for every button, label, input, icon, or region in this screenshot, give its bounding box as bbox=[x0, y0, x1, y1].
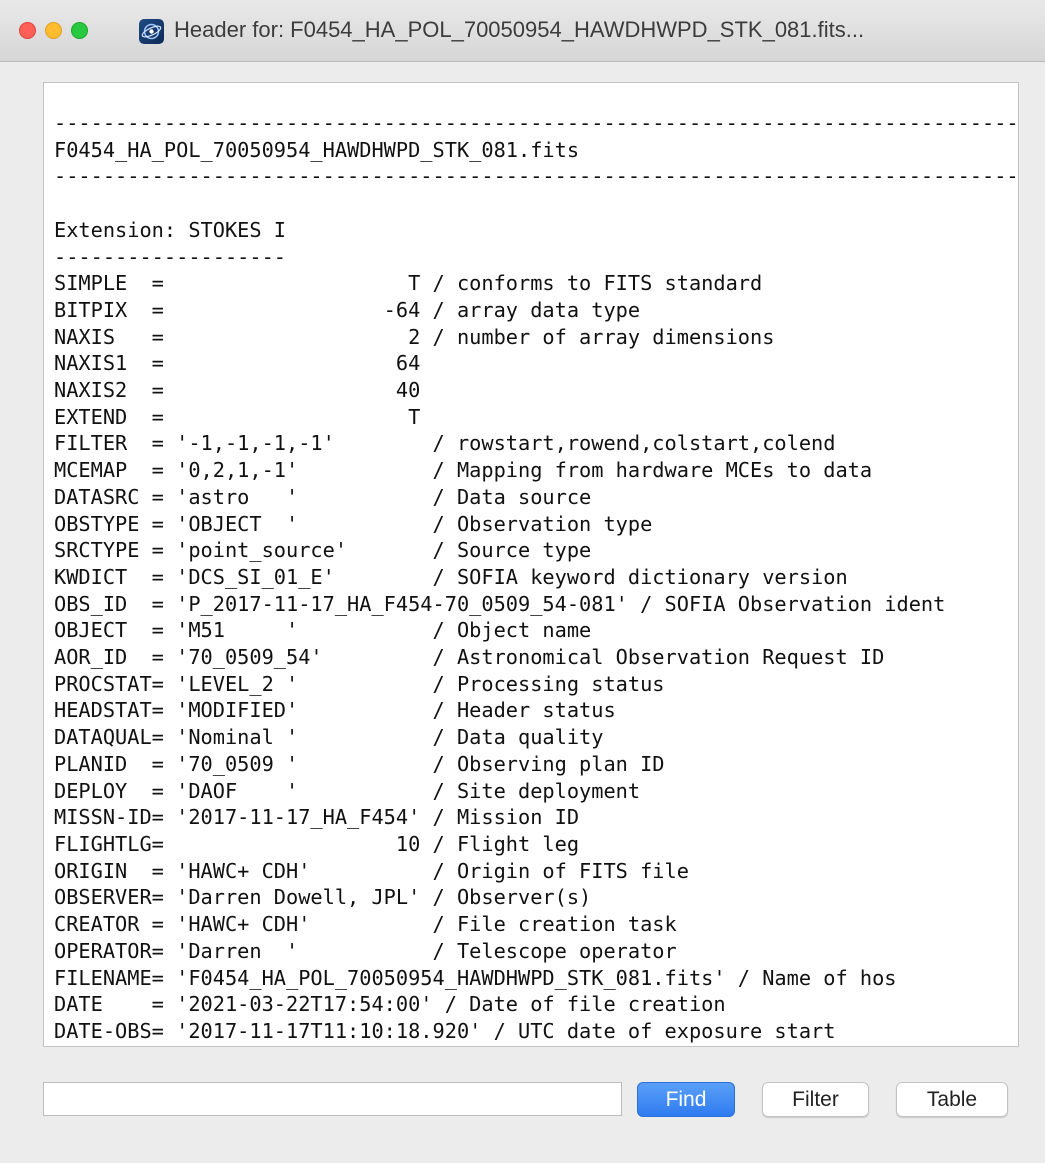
header-line: OBSERVER= 'Darren Dowell, JPL' / Observe… bbox=[54, 885, 592, 910]
header-line: OPERATOR= 'Darren ' / Telescope operator bbox=[54, 938, 677, 963]
header-line: OBS_ID = 'P_2017-11-17_HA_F454-70_0509_5… bbox=[54, 591, 946, 616]
close-window-button[interactable] bbox=[19, 22, 36, 39]
header-line: SRCTYPE = 'point_source' / Source type bbox=[54, 538, 592, 563]
table-button[interactable]: Table bbox=[896, 1082, 1008, 1117]
header-line: OBJECT = 'M51 ' / Object name bbox=[54, 618, 592, 643]
header-line: PLANID = '70_0509 ' / Observing plan ID bbox=[54, 751, 665, 776]
header-line: ------------------- bbox=[54, 244, 286, 269]
header-line: FLIGHTLG= 10 / Flight leg bbox=[54, 831, 580, 856]
fits-header-text[interactable]: ----------------------------------------… bbox=[44, 83, 1018, 1045]
header-line: Extension: STOKES I bbox=[54, 217, 286, 242]
header-line: OBSTYPE = 'OBJECT ' / Observation type bbox=[54, 511, 653, 536]
header-line: SIMPLE = T / conforms to FITS standard bbox=[54, 271, 763, 296]
header-line: F0454_HA_POL_70050954_HAWDHWPD_STK_081.f… bbox=[54, 137, 580, 162]
header-line: DATE-OBS= '2017-11-17T11:10:18.920' / UT… bbox=[54, 1018, 836, 1043]
header-line: NAXIS1 = 64 bbox=[54, 351, 421, 376]
header-line: DATASRC = 'astro ' / Data source bbox=[54, 484, 592, 509]
header-line: BITPIX = -64 / array data type bbox=[54, 297, 641, 322]
header-line: KWDICT = 'DCS_SI_01_E' / SOFIA keyword d… bbox=[54, 564, 848, 589]
header-line: ----------------------------------------… bbox=[54, 164, 1019, 189]
search-input[interactable] bbox=[43, 1082, 622, 1116]
app-icon bbox=[139, 19, 164, 44]
find-button[interactable]: Find bbox=[637, 1082, 735, 1117]
header-line: NAXIS = 2 / number of array dimensions bbox=[54, 324, 775, 349]
header-line: CREATOR = 'HAWC+ CDH' / File creation ta… bbox=[54, 912, 677, 937]
header-line: DATE = '2021-03-22T17:54:00' / Date of f… bbox=[54, 992, 726, 1017]
header-line: PROCSTAT= 'LEVEL_2 ' / Processing status bbox=[54, 671, 665, 696]
title-bar[interactable]: Header for: F0454_HA_POL_70050954_HAWDHW… bbox=[0, 0, 1045, 62]
header-line: MISSN-ID= '2017-11-17_HA_F454' / Mission… bbox=[54, 805, 580, 830]
header-line: ORIGIN = 'HAWC+ CDH' / Origin of FITS fi… bbox=[54, 858, 689, 883]
header-line: NAXIS2 = 40 bbox=[54, 378, 421, 403]
header-line: AOR_ID = '70_0509_54' / Astronomical Obs… bbox=[54, 645, 885, 670]
window-title: Header for: F0454_HA_POL_70050954_HAWDHW… bbox=[174, 17, 865, 42]
header-line: DATAQUAL= 'Nominal ' / Data quality bbox=[54, 725, 604, 750]
header-line: FILENAME= 'F0454_HA_POL_70050954_HAWDHWP… bbox=[54, 965, 897, 990]
header-line: MCEMAP = '0,2,1,-1' / Mapping from hardw… bbox=[54, 458, 873, 483]
header-text-panel[interactable]: ----------------------------------------… bbox=[43, 82, 1019, 1047]
header-line: ----------------------------------------… bbox=[54, 111, 1019, 135]
zoom-window-button[interactable] bbox=[71, 22, 88, 39]
header-line: DEPLOY = 'DAOF ' / Site deployment bbox=[54, 778, 641, 803]
header-line: HEADSTAT= 'MODIFIED' / Header status bbox=[54, 698, 616, 723]
filter-button[interactable]: Filter bbox=[762, 1082, 869, 1117]
minimize-window-button[interactable] bbox=[45, 22, 62, 39]
header-line: EXTEND = T bbox=[54, 404, 421, 429]
header-line: FILTER = '-1,-1,-1,-1' / rowstart,rowend… bbox=[54, 431, 836, 456]
